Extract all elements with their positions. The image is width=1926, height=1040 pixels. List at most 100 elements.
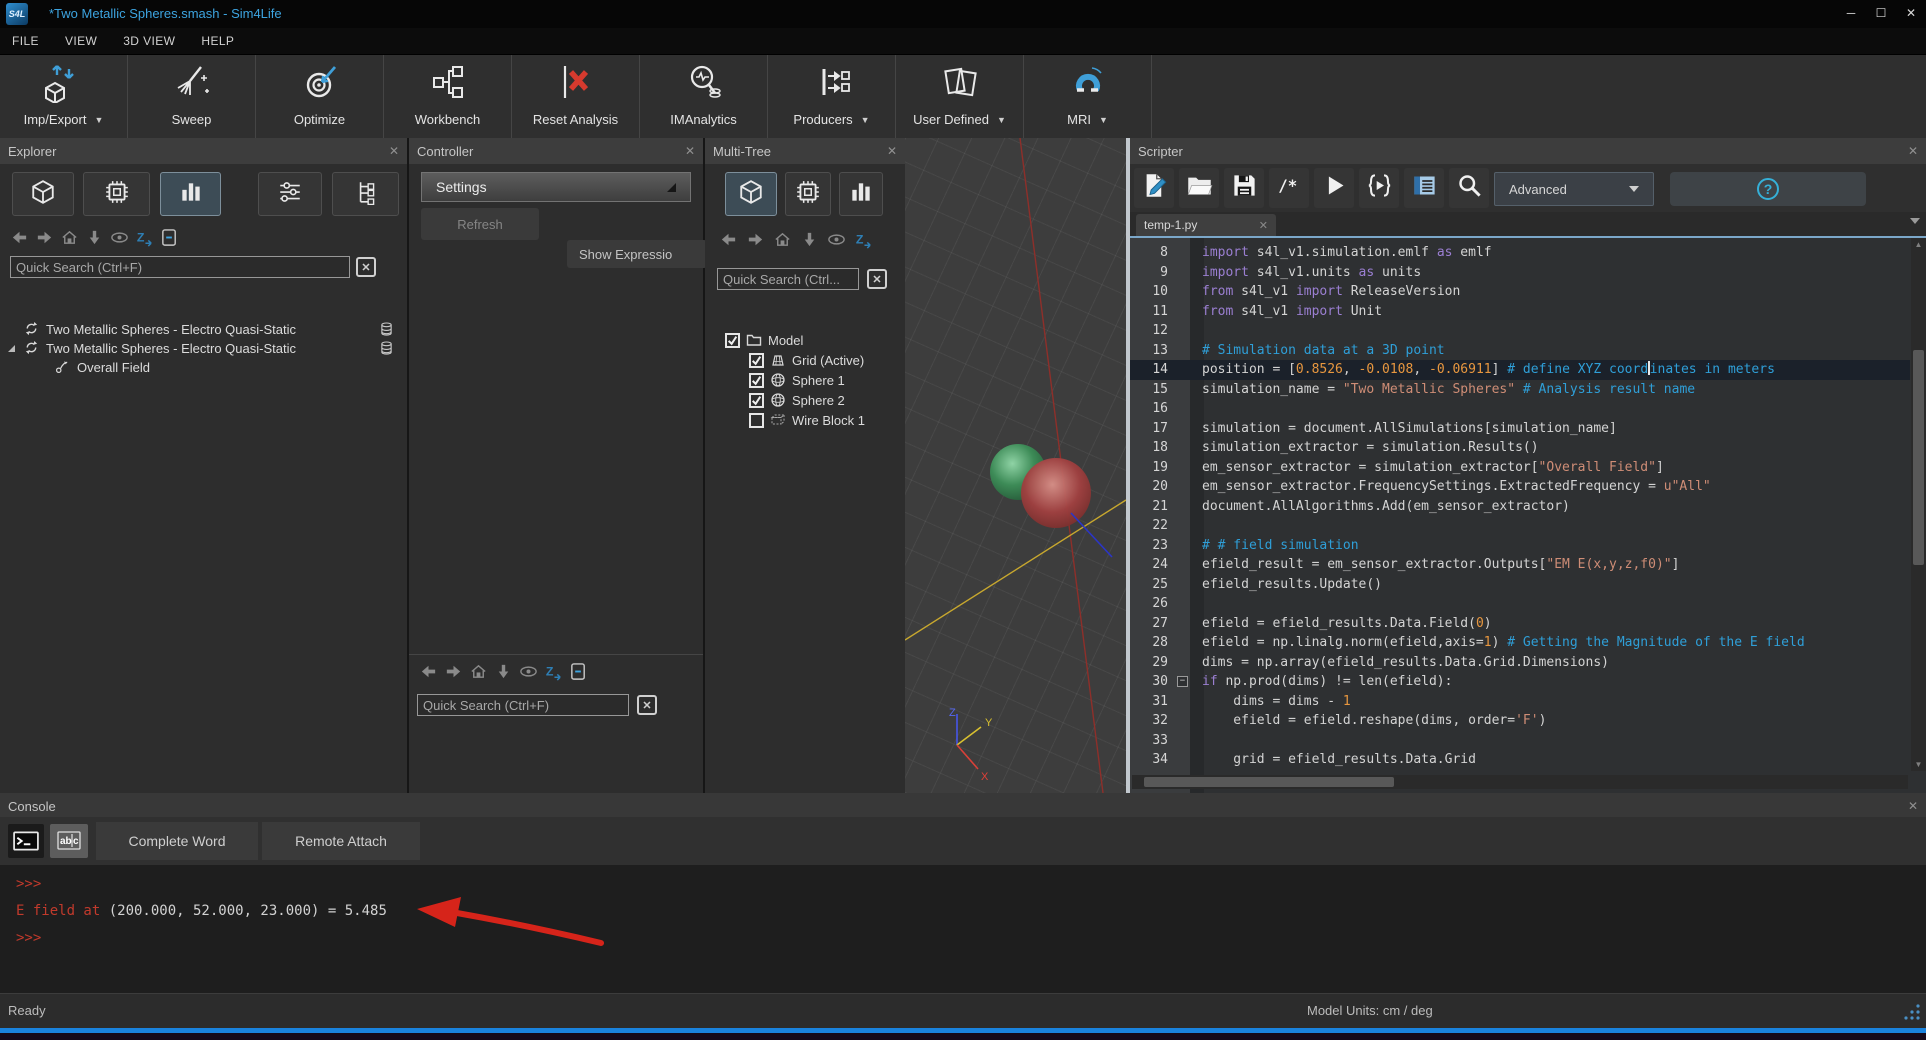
toolbar-optimize[interactable]: Optimize xyxy=(256,55,384,138)
code-line-25[interactable]: 25efield_results.Update() xyxy=(1130,575,1910,595)
code-line-28[interactable]: 28efield = np.linalg.norm(efield,axis=1)… xyxy=(1130,633,1910,653)
run-selection-button[interactable] xyxy=(1359,168,1399,208)
checkbox-checked[interactable] xyxy=(749,373,764,388)
toolbar-imp-export[interactable]: Imp/Export▼ xyxy=(0,55,128,138)
dropdown-caret-icon[interactable]: ▼ xyxy=(1099,115,1108,125)
back-icon[interactable] xyxy=(719,230,738,254)
sweep-view-button[interactable] xyxy=(258,172,322,216)
code-line-33[interactable]: 33 xyxy=(1130,731,1910,751)
horizontal-scroll-thumb[interactable] xyxy=(1144,777,1394,787)
home-icon[interactable] xyxy=(469,662,488,686)
forward-icon[interactable] xyxy=(444,662,463,686)
console-close-icon[interactable]: ✕ xyxy=(1908,799,1918,813)
refresh-button[interactable]: Refresh xyxy=(421,208,539,240)
fold-marker-icon[interactable]: − xyxy=(1177,676,1188,687)
scroll-down-icon[interactable]: ▼ xyxy=(1911,760,1926,769)
complete-word-button[interactable]: Complete Word xyxy=(96,822,258,860)
tree-row[interactable]: Two Metallic Spheres - Electro Quasi-Sta… xyxy=(0,320,407,339)
toolbar-producers[interactable]: Producers▼ xyxy=(768,55,896,138)
code-line-30[interactable]: 30−if np.prod(dims) != len(efield): xyxy=(1130,672,1910,692)
comment-button[interactable]: /* xyxy=(1269,168,1309,208)
code-line-15[interactable]: 15simulation_name = "Two Metallic Sphere… xyxy=(1130,380,1910,400)
forward-icon[interactable] xyxy=(746,230,765,254)
editor-horizontal-scrollbar[interactable] xyxy=(1132,775,1908,789)
down-icon[interactable] xyxy=(494,662,513,686)
open-script-button[interactable] xyxy=(1179,168,1219,208)
analysis-view-button[interactable] xyxy=(160,172,221,216)
scripter-close-icon[interactable]: ✕ xyxy=(1908,144,1918,158)
explorer-search-input[interactable]: Quick Search (Ctrl+F) xyxy=(10,256,350,278)
visibility-icon[interactable] xyxy=(519,662,538,686)
dropdown-caret-icon[interactable]: ▼ xyxy=(997,115,1006,125)
back-icon[interactable] xyxy=(419,662,438,686)
model-tree-row[interactable]: Grid (Active) xyxy=(705,350,905,370)
viewport-3d[interactable]: Z Y X xyxy=(905,138,1126,793)
code-line-34[interactable]: 34 grid = efield_results.Data.Grid xyxy=(1130,750,1910,770)
console-log-button[interactable] xyxy=(1404,168,1444,208)
console-output[interactable]: >>>E field at (200.000, 52.000, 23.000) … xyxy=(16,871,387,952)
complete-word-toggle-icon[interactable]: abc xyxy=(50,824,88,858)
scroll-up-icon[interactable]: ▲ xyxy=(1911,240,1926,249)
save-script-button[interactable] xyxy=(1224,168,1264,208)
zoom-to-icon[interactable]: Z xyxy=(544,662,563,686)
code-line-18[interactable]: 18simulation_extractor = simulation.Resu… xyxy=(1130,438,1910,458)
tab-temp-1-py[interactable]: temp-1.py ✕ xyxy=(1136,214,1276,236)
show-expression-button[interactable]: Show Expressio xyxy=(567,240,707,268)
simulation-view-button[interactable] xyxy=(83,172,150,216)
tab-close-icon[interactable]: ✕ xyxy=(1259,219,1268,232)
close-button[interactable]: ✕ xyxy=(1896,0,1926,26)
back-icon[interactable] xyxy=(10,228,29,252)
menu-file[interactable]: FILE xyxy=(12,34,39,48)
maximize-button[interactable]: ☐ xyxy=(1866,0,1896,26)
model-tree-row[interactable]: Sphere 2 xyxy=(705,390,905,410)
checkbox-unchecked[interactable] xyxy=(749,413,764,428)
home-icon[interactable] xyxy=(773,230,792,254)
model-view-button[interactable] xyxy=(12,172,74,216)
collapse-icon[interactable] xyxy=(160,228,179,252)
menu-help[interactable]: HELP xyxy=(201,34,234,48)
code-line-31[interactable]: 31 dims = dims - 1 xyxy=(1130,692,1910,712)
model-tree-row[interactable]: Sphere 1 xyxy=(705,370,905,390)
menu-3d-view[interactable]: 3D VIEW xyxy=(123,34,175,48)
code-line-13[interactable]: 13# Simulation data at a 3D point xyxy=(1130,341,1910,361)
forward-icon[interactable] xyxy=(35,228,54,252)
code-line-17[interactable]: 17simulation = document.AllSimulations[s… xyxy=(1130,419,1910,439)
help-button[interactable]: ? xyxy=(1670,172,1866,206)
collapse-icon[interactable] xyxy=(569,662,588,686)
down-icon[interactable] xyxy=(800,230,819,254)
code-line-27[interactable]: 27efield = efield_results.Data.Field(0) xyxy=(1130,614,1910,634)
toolbar-mri[interactable]: MRI▼ xyxy=(1024,55,1152,138)
checkbox-checked[interactable] xyxy=(749,353,764,368)
expander-icon[interactable] xyxy=(8,345,15,352)
editor-vertical-scrollbar[interactable]: ▲ ▼ xyxy=(1911,238,1926,771)
model-tree-row[interactable]: Model xyxy=(705,330,905,350)
vertical-scroll-thumb[interactable] xyxy=(1913,350,1924,565)
visibility-icon[interactable] xyxy=(827,230,846,254)
explorer-close-icon[interactable]: ✕ xyxy=(389,144,399,158)
toolbar-user-defined[interactable]: User Defined▼ xyxy=(896,55,1024,138)
model-view-button[interactable] xyxy=(725,172,777,216)
settings-dropdown[interactable]: Settings xyxy=(421,172,691,202)
code-line-12[interactable]: 12 xyxy=(1130,321,1910,341)
new-script-button[interactable] xyxy=(1134,168,1174,208)
zoom-to-icon[interactable]: Z xyxy=(854,230,873,254)
terminal-icon[interactable] xyxy=(8,824,44,858)
search-button[interactable] xyxy=(1449,168,1489,208)
toolbar-sweep[interactable]: Sweep xyxy=(128,55,256,138)
code-line-23[interactable]: 23# # field simulation xyxy=(1130,536,1910,556)
analysis-view-button[interactable] xyxy=(839,172,883,216)
code-line-19[interactable]: 19em_sensor_extractor = simulation_extra… xyxy=(1130,458,1910,478)
multitree-close-icon[interactable]: ✕ xyxy=(887,144,897,158)
remote-attach-button[interactable]: Remote Attach xyxy=(262,822,420,860)
home-icon[interactable] xyxy=(60,228,79,252)
model-tree-row[interactable]: Wire Block 1 xyxy=(705,410,905,430)
dropdown-caret-icon[interactable]: ▼ xyxy=(94,115,103,125)
down-icon[interactable] xyxy=(85,228,104,252)
dropdown-caret-icon[interactable]: ▼ xyxy=(861,115,870,125)
tab-list-caret-icon[interactable] xyxy=(1910,218,1920,224)
toolbar-imanalytics[interactable]: IMAnalytics xyxy=(640,55,768,138)
checkbox-checked[interactable] xyxy=(725,333,740,348)
zoom-to-icon[interactable]: Z xyxy=(135,228,154,252)
tree-row[interactable]: Overall Field xyxy=(0,358,407,377)
tree-row[interactable]: Two Metallic Spheres - Electro Quasi-Sta… xyxy=(0,339,407,358)
